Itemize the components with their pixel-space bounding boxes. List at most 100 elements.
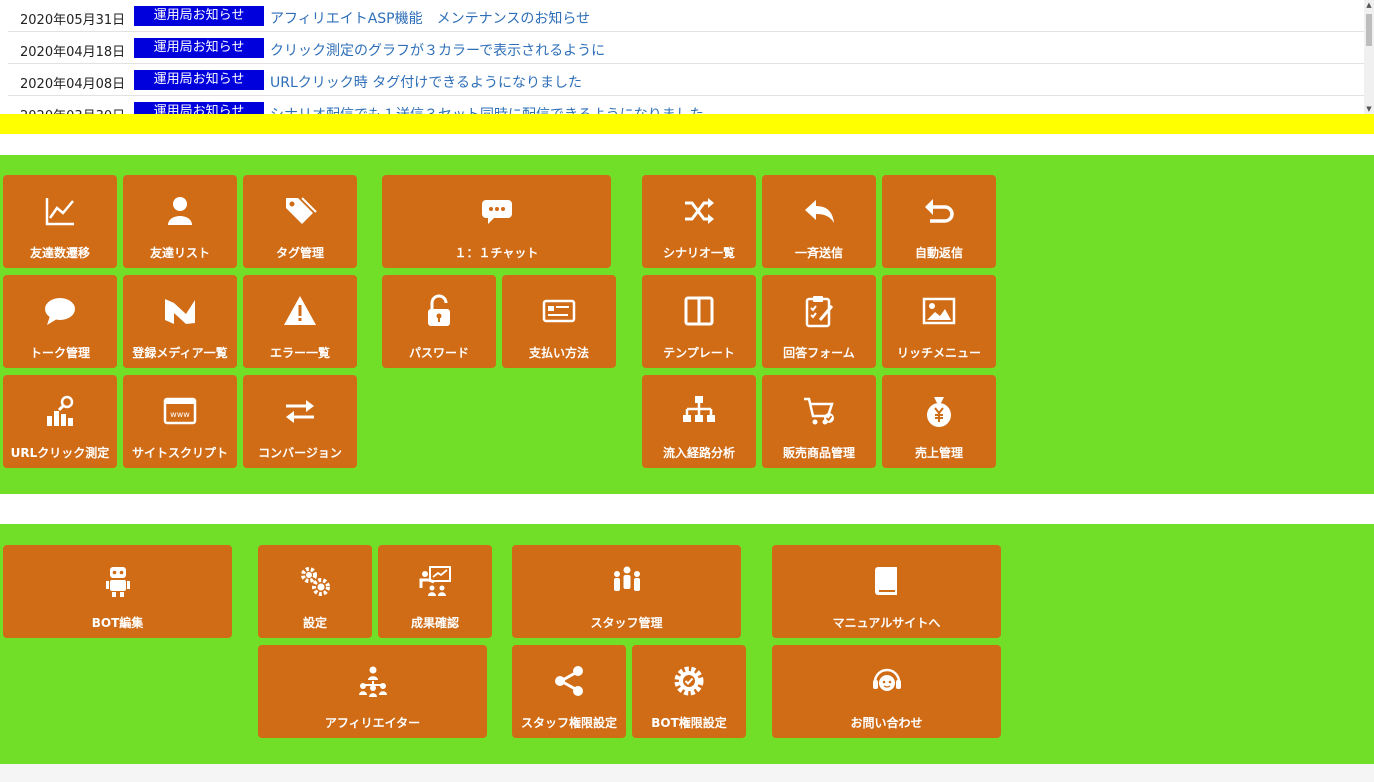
tile-label: エラー一覧	[269, 346, 330, 360]
unlock-icon	[382, 293, 496, 329]
friend-trend-button[interactable]: 友達数遷移	[3, 175, 117, 268]
media-logo-icon	[123, 293, 237, 329]
news-date: 2020年04月18日	[20, 45, 126, 60]
url-click-button[interactable]: URLクリック測定	[3, 375, 117, 468]
tile-label: 販売商品管理	[782, 446, 855, 460]
tile-label: 一斉送信	[794, 246, 843, 260]
tile-label: 成果確認	[410, 616, 459, 630]
tags-icon	[243, 193, 357, 229]
answer-form-button[interactable]: 回答フォーム	[762, 275, 876, 368]
tile-label: BOT編集	[91, 616, 144, 630]
speech-bubble-icon	[3, 293, 117, 329]
line-chart-icon	[3, 193, 117, 229]
inflow-analysis-button[interactable]: 流入経路分析	[642, 375, 756, 468]
tile-label: 登録メディア一覧	[132, 346, 228, 360]
tile-label: テンプレート	[663, 346, 735, 360]
robot-icon	[3, 563, 232, 599]
tile-label: タグ管理	[275, 246, 324, 260]
news-row: 2020年05月31日 運用局お知らせ アフィリエイトASP機能 メンテナンスの…	[8, 1, 1364, 32]
results-button[interactable]: 成果確認	[378, 545, 492, 638]
browser-www-icon: www	[123, 393, 237, 429]
news-badge: 運用局お知らせ	[134, 70, 264, 90]
tile-label: コンバージョン	[258, 446, 342, 460]
media-list-button[interactable]: 登録メディア一覧	[123, 275, 237, 368]
auto-reply-button[interactable]: 自動返信	[882, 175, 996, 268]
settings-button[interactable]: 設定	[258, 545, 372, 638]
shopping-cart-check-icon	[762, 393, 876, 429]
credit-card-icon	[502, 293, 616, 329]
gears-icon	[258, 563, 372, 599]
sitemap-icon	[642, 393, 756, 429]
news-link[interactable]: アフィリエイトASP機能 メンテナンスのお知らせ	[270, 8, 590, 28]
gear-check-icon	[632, 663, 746, 699]
tile-label: スタッフ管理	[590, 616, 663, 630]
payment-button[interactable]: 支払い方法	[502, 275, 616, 368]
tile-label: リッチメニュー	[896, 346, 981, 360]
scroll-thumb[interactable]	[1366, 14, 1372, 46]
scenario-list-button[interactable]: シナリオ一覧	[642, 175, 756, 268]
book-icon	[772, 563, 1001, 599]
sales-manage-button[interactable]: 売上管理	[882, 375, 996, 468]
news-scrollbar[interactable]: ▲ ▼	[1364, 0, 1374, 114]
talk-manage-button[interactable]: トーク管理	[3, 275, 117, 368]
tile-label: マニュアルサイトへ	[832, 616, 941, 630]
staff-manage-button[interactable]: スタッフ管理	[512, 545, 741, 638]
scroll-down-arrow-icon[interactable]: ▼	[1364, 104, 1374, 114]
warning-icon	[243, 293, 357, 329]
bot-edit-button[interactable]: BOT編集	[3, 545, 232, 638]
affiliator-button[interactable]: アフィリエイター	[258, 645, 487, 738]
broadcast-button[interactable]: 一斉送信	[762, 175, 876, 268]
site-script-button[interactable]: www サイトスクリプト	[123, 375, 237, 468]
spacer	[0, 134, 1374, 155]
chat-bubble-icon	[382, 193, 611, 229]
tile-label: BOT権限設定	[651, 716, 727, 730]
tile-label: スタッフ権限設定	[520, 716, 617, 730]
network-people-icon	[258, 663, 487, 699]
template-button[interactable]: テンプレート	[642, 275, 756, 368]
spacer	[0, 494, 1374, 524]
scroll-up-arrow-icon[interactable]: ▲	[1364, 0, 1374, 10]
friend-list-button[interactable]: 友達リスト	[123, 175, 237, 268]
tile-label: １：１チャット	[454, 246, 539, 260]
svg-text:www: www	[170, 410, 190, 419]
people-group-icon	[512, 563, 741, 599]
tile-label: 友達リスト	[149, 246, 210, 260]
rich-menu-button[interactable]: リッチメニュー	[882, 275, 996, 368]
tile-label: シナリオ一覧	[662, 246, 735, 260]
manual-site-button[interactable]: マニュアルサイトへ	[772, 545, 1001, 638]
chat-button[interactable]: １：１チャット	[382, 175, 611, 268]
tile-label: サイトスクリプト	[131, 446, 228, 460]
reply-arrow-icon	[762, 193, 876, 229]
share-icon	[512, 663, 626, 699]
news-link[interactable]: URLクリック時 タグ付けできるようになりました	[270, 72, 582, 92]
news-link[interactable]: シナリオ配信でも１送信３セット同時に配信できるようになりました	[270, 104, 704, 114]
tile-label: 流入経路分析	[662, 446, 735, 460]
columns-icon	[642, 293, 756, 329]
tile-label: アフィリエイター	[324, 716, 421, 730]
money-bag-yen-icon	[882, 393, 996, 429]
password-button[interactable]: パスワード	[382, 275, 496, 368]
news-date: 2020年04月08日	[20, 77, 126, 92]
image-icon	[882, 293, 996, 329]
tile-label: パスワード	[408, 346, 469, 360]
presentation-icon	[378, 563, 492, 599]
highlight-bar	[0, 114, 1374, 134]
tag-manage-button[interactable]: タグ管理	[243, 175, 357, 268]
tile-label: トーク管理	[29, 346, 90, 360]
news-badge: 運用局お知らせ	[134, 6, 264, 26]
conversion-button[interactable]: コンバージョン	[243, 375, 357, 468]
contact-button[interactable]: お問い合わせ	[772, 645, 1001, 738]
user-icon	[123, 193, 237, 229]
news-date: 2020年03月30日	[20, 105, 125, 114]
news-badge: 運用局お知らせ	[134, 38, 264, 58]
tile-label: 売上管理	[914, 446, 963, 460]
news-link[interactable]: クリック測定のグラフが３カラーで表示されるように	[270, 40, 605, 60]
staff-permission-button[interactable]: スタッフ権限設定	[512, 645, 626, 738]
news-list: 2020年05月31日 運用局お知らせ アフィリエイトASP機能 メンテナンスの…	[0, 0, 1374, 114]
bot-permission-button[interactable]: BOT権限設定	[632, 645, 746, 738]
error-list-button[interactable]: エラー一覧	[243, 275, 357, 368]
exchange-arrows-icon	[243, 393, 357, 429]
product-manage-button[interactable]: 販売商品管理	[762, 375, 876, 468]
news-badge: 運用局お知らせ	[134, 102, 264, 114]
tile-label: 自動返信	[914, 246, 963, 260]
